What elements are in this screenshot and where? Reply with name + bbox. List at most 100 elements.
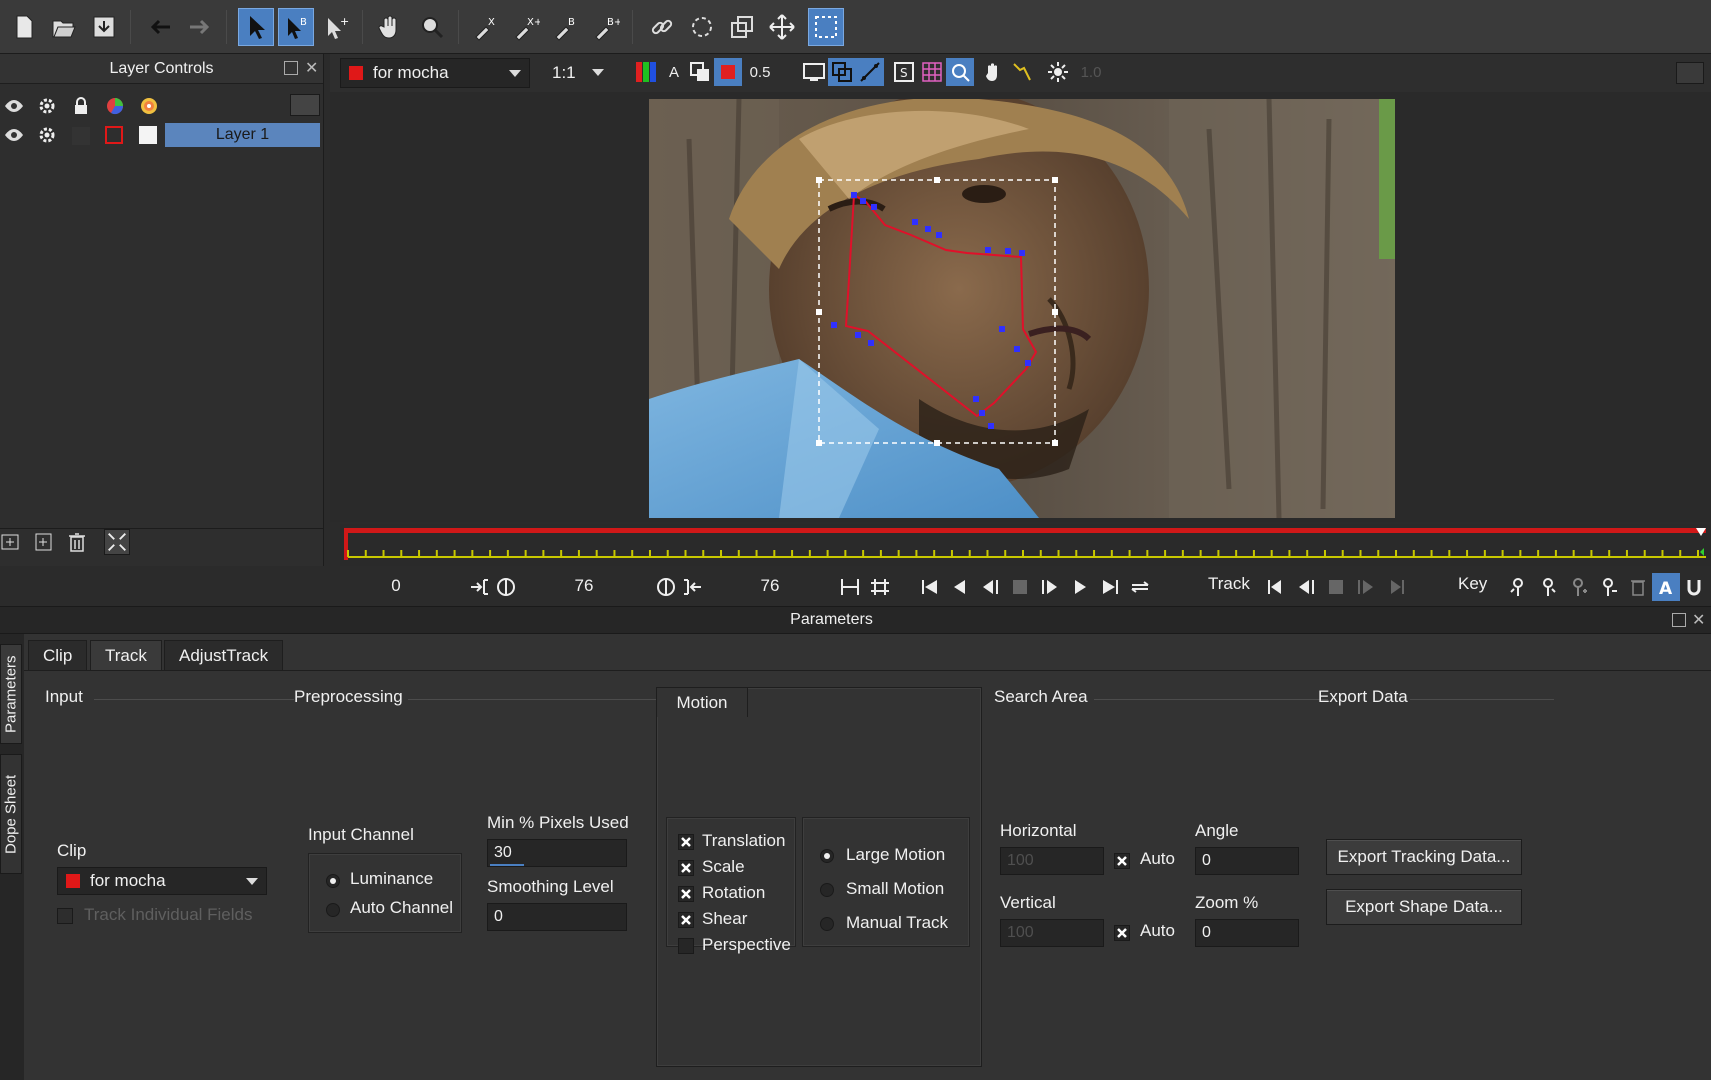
smoothing-level-input[interactable]: 0 [487, 903, 627, 931]
small-motion-radio[interactable] [820, 883, 834, 897]
stop-icon[interactable] [1006, 573, 1034, 601]
play-backward-icon[interactable] [976, 573, 1004, 601]
layer-row[interactable]: Layer 1 [0, 121, 322, 149]
key-lock-icon[interactable] [1680, 573, 1708, 601]
view-mode-icon[interactable] [800, 58, 828, 86]
next-key-icon[interactable] [1534, 573, 1562, 601]
frame-range-icon[interactable] [866, 573, 894, 601]
layer-color-swatch[interactable] [105, 126, 123, 144]
exposure-icon[interactable] [1044, 58, 1072, 86]
jog-in-icon[interactable] [492, 573, 520, 601]
overlay-icon[interactable] [686, 58, 714, 86]
show-splines-icon[interactable] [856, 58, 884, 86]
move-icon[interactable] [764, 8, 800, 46]
side-tab-dope-sheet[interactable]: Dope Sheet [0, 754, 22, 874]
lock-icon[interactable] [69, 94, 93, 118]
layer-menu-button[interactable] [290, 94, 320, 116]
go-to-end-icon[interactable] [1096, 573, 1124, 601]
track-stop-icon[interactable] [1322, 573, 1350, 601]
delete-all-keys-icon[interactable] [1624, 573, 1652, 601]
rgb-channel-icon[interactable] [632, 58, 660, 86]
export-tracking-data-button[interactable]: Export Tracking Data... [1326, 839, 1522, 875]
play-forward-icon[interactable] [1036, 573, 1064, 601]
new-layer-icon[interactable] [0, 531, 22, 553]
vertical-auto-checkbox[interactable] [1114, 925, 1130, 941]
bezier-add-icon[interactable]: B+ [588, 8, 624, 46]
zoom-select[interactable]: 1:1 [544, 58, 612, 88]
bezier-pen-icon[interactable]: B [548, 8, 584, 46]
select-icon[interactable] [238, 8, 274, 46]
delete-key-icon[interactable] [1594, 573, 1622, 601]
clip-select[interactable]: for mocha [340, 58, 530, 88]
loop-icon[interactable] [1126, 573, 1154, 601]
input-clip-select[interactable]: for mocha [57, 867, 267, 895]
timeline[interactable] [340, 524, 1711, 566]
tab-clip[interactable]: Clip [28, 640, 88, 670]
close-panel-icon[interactable]: ✕ [1692, 610, 1705, 630]
stabilize-icon[interactable] [980, 58, 1008, 86]
current-frame-field[interactable]: 76 [552, 572, 616, 600]
select-bezier-icon[interactable]: B [278, 8, 314, 46]
save-icon[interactable] [86, 8, 122, 46]
track-individual-fields-checkbox[interactable] [57, 908, 73, 924]
viewer-menu-button[interactable] [1676, 62, 1704, 84]
spline-overlay[interactable] [649, 99, 1395, 518]
transform-icon[interactable] [724, 8, 760, 46]
tab-track[interactable]: Track [90, 640, 162, 670]
fit-range-icon[interactable] [836, 573, 864, 601]
color-wheel-icon[interactable] [103, 94, 127, 118]
exposure-value[interactable]: 1.0 [1074, 58, 1108, 86]
lasso-icon[interactable] [684, 8, 720, 46]
matte-color-icon[interactable] [137, 94, 161, 118]
grid-icon[interactable] [918, 58, 946, 86]
step-forward-icon[interactable] [1066, 573, 1094, 601]
out-frame-field[interactable]: 76 [738, 572, 802, 600]
motion-rotation-checkbox[interactable] [678, 886, 694, 902]
zoom-percent-input[interactable]: 0 [1195, 919, 1299, 947]
zoom-icon[interactable] [414, 8, 450, 46]
luminance-radio[interactable] [326, 874, 340, 888]
manual-track-radio[interactable] [820, 917, 834, 931]
float-panel-icon[interactable] [1672, 613, 1686, 627]
horizontal-input[interactable]: 100 [1000, 847, 1104, 875]
visibility-icon[interactable] [2, 123, 26, 147]
set-out-point-icon[interactable] [678, 573, 706, 601]
matte-color-swatch[interactable] [139, 126, 157, 144]
xspline-pen-icon[interactable]: X [468, 8, 504, 46]
fit-view-icon[interactable] [104, 529, 130, 555]
undo-icon[interactable] [142, 8, 178, 46]
redo-icon[interactable] [182, 8, 218, 46]
step-back-icon[interactable] [946, 573, 974, 601]
pan-icon[interactable] [372, 8, 408, 46]
export-shape-data-button[interactable]: Export Shape Data... [1326, 889, 1522, 925]
alpha-channel-icon[interactable]: A [660, 58, 688, 86]
side-tab-parameters[interactable]: Parameters [0, 644, 22, 744]
motion-shear-checkbox[interactable] [678, 912, 694, 928]
layer-name[interactable]: Layer 1 [165, 123, 320, 147]
in-frame-field[interactable]: 0 [364, 572, 428, 600]
vertical-input[interactable]: 100 [1000, 919, 1104, 947]
motion-perspective-checkbox[interactable] [678, 938, 694, 954]
track-step-forward-icon[interactable] [1352, 573, 1380, 601]
marquee-icon[interactable] [808, 8, 844, 46]
open-file-icon[interactable] [46, 8, 82, 46]
gear-icon[interactable] [35, 94, 59, 118]
duplicate-layer-icon[interactable] [33, 531, 55, 553]
autokey-icon[interactable]: A [1652, 573, 1680, 601]
opacity-value[interactable]: 0.5 [742, 58, 778, 86]
trace-icon[interactable] [1008, 58, 1036, 86]
xspline-add-icon[interactable]: X+ [508, 8, 544, 46]
magnifier-icon[interactable] [946, 58, 974, 86]
visibility-icon[interactable] [2, 94, 26, 118]
min-pixels-input[interactable]: 30 [487, 839, 627, 867]
motion-translation-checkbox[interactable] [678, 834, 694, 850]
float-panel-icon[interactable] [284, 61, 298, 75]
jog-out-icon[interactable] [652, 573, 680, 601]
show-layers-icon[interactable] [828, 58, 856, 86]
track-forward-icon[interactable] [1382, 573, 1410, 601]
set-in-point-icon[interactable] [466, 573, 494, 601]
link-icon[interactable] [644, 8, 680, 46]
horizontal-auto-checkbox[interactable] [1114, 853, 1130, 869]
tracking-gear-icon[interactable] [35, 123, 59, 147]
close-panel-icon[interactable]: ✕ [305, 58, 318, 78]
